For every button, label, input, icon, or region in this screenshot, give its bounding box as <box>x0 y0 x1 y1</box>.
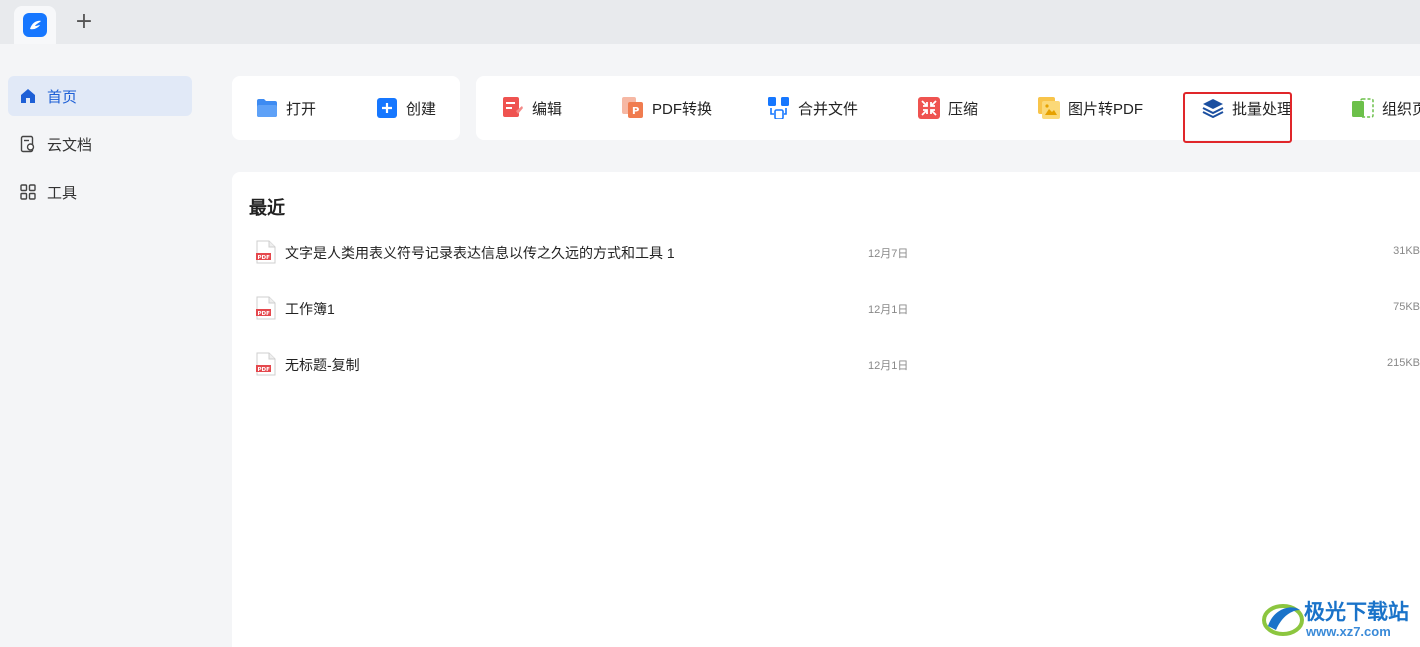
sidebar-item-label: 工具 <box>47 184 78 202</box>
watermark-logo-icon <box>1262 604 1304 636</box>
file-date: 12月1日 <box>868 360 909 372</box>
image-icon <box>1038 97 1060 119</box>
svg-text:PDF: PDF <box>258 367 271 373</box>
create-button[interactable]: 创建 <box>376 76 436 140</box>
pdf-convert-label: PDF转换 <box>652 100 713 118</box>
recent-title: 最近 <box>249 198 285 218</box>
watermark-url: www.xz7.com <box>1306 624 1391 639</box>
file-name: 工作簿1 <box>285 301 335 317</box>
watermark: 极光下载站 www.xz7.com <box>1262 594 1417 644</box>
merge-files-icon <box>768 97 790 119</box>
home-icon <box>18 86 38 106</box>
file-size: 31KB <box>1393 245 1420 257</box>
pdf-file-icon: PDF <box>256 240 276 264</box>
compress-label: 压缩 <box>948 100 979 118</box>
svg-text:P: P <box>632 106 639 117</box>
edit-label: 编辑 <box>532 100 563 118</box>
pdf-convert-icon: P <box>622 97 644 119</box>
edit-tool-button[interactable]: 编辑 <box>502 76 562 140</box>
sidebar-item-cloud-docs[interactable]: 云文档 <box>8 124 192 164</box>
merge-tool-button[interactable]: 合并文件 <box>768 76 858 140</box>
app-tab[interactable] <box>14 6 56 44</box>
pdf-file-icon: PDF <box>256 296 276 320</box>
file-name: 文字是人类用表义符号记录表达信息以传之久远的方式和工具 1 <box>285 245 675 261</box>
open-label: 打开 <box>286 100 317 118</box>
svg-text:PDF: PDF <box>258 311 271 317</box>
app-logo-icon <box>23 13 47 37</box>
sidebar-item-home[interactable]: 首页 <box>8 76 192 116</box>
organize-pages-tool-button[interactable]: 组织页 <box>1352 76 1420 140</box>
organize-pages-icon <box>1352 97 1374 119</box>
organize-pages-label: 组织页 <box>1382 100 1420 118</box>
cloud-doc-icon <box>18 134 38 154</box>
svg-text:PDF: PDF <box>258 255 271 261</box>
watermark-title: 极光下载站 <box>1304 600 1409 624</box>
file-size: 215KB <box>1386 357 1420 369</box>
compress-tool-button[interactable]: 压缩 <box>918 76 978 140</box>
file-date: 12月1日 <box>868 304 909 316</box>
pdf-convert-tool-button[interactable]: P PDF转换 <box>622 76 712 140</box>
tab-bar: + <box>0 0 1420 44</box>
edit-doc-icon <box>502 97 524 119</box>
quick-actions-card: 打开 创建 <box>232 76 460 140</box>
sidebar: 首页 云文档 工具 <box>0 44 200 647</box>
open-button[interactable]: 打开 <box>256 76 316 140</box>
plus-square-icon <box>376 97 398 119</box>
folder-icon <box>256 97 278 119</box>
image-to-pdf-label: 图片转PDF <box>1068 100 1144 118</box>
compress-icon <box>918 97 940 119</box>
image-to-pdf-tool-button[interactable]: 图片转PDF <box>1038 76 1143 140</box>
file-row[interactable]: PDF 工作簿1 12月1日 75KB <box>232 288 1420 328</box>
grid-icon <box>18 182 38 202</box>
pdf-file-icon: PDF <box>256 352 276 376</box>
create-label: 创建 <box>406 100 437 118</box>
file-row[interactable]: PDF 无标题-复制 12月1日 215KB <box>232 344 1420 384</box>
sidebar-item-tools[interactable]: 工具 <box>8 172 192 212</box>
file-date: 12月7日 <box>868 248 909 260</box>
sidebar-item-label: 首页 <box>47 88 78 106</box>
recent-files-card: 最近 PDF 文字是人类用表义符号记录表达信息以传之久远的方式和工具 1 12月… <box>232 172 1420 647</box>
file-size: 75KB <box>1393 301 1420 313</box>
highlight-box <box>1183 92 1292 143</box>
file-name: 无标题-复制 <box>285 357 360 373</box>
file-row[interactable]: PDF 文字是人类用表义符号记录表达信息以传之久远的方式和工具 1 12月7日 … <box>232 232 1420 272</box>
sidebar-item-label: 云文档 <box>47 136 93 154</box>
add-tab-button[interactable]: + <box>72 10 96 34</box>
merge-label: 合并文件 <box>798 100 859 118</box>
